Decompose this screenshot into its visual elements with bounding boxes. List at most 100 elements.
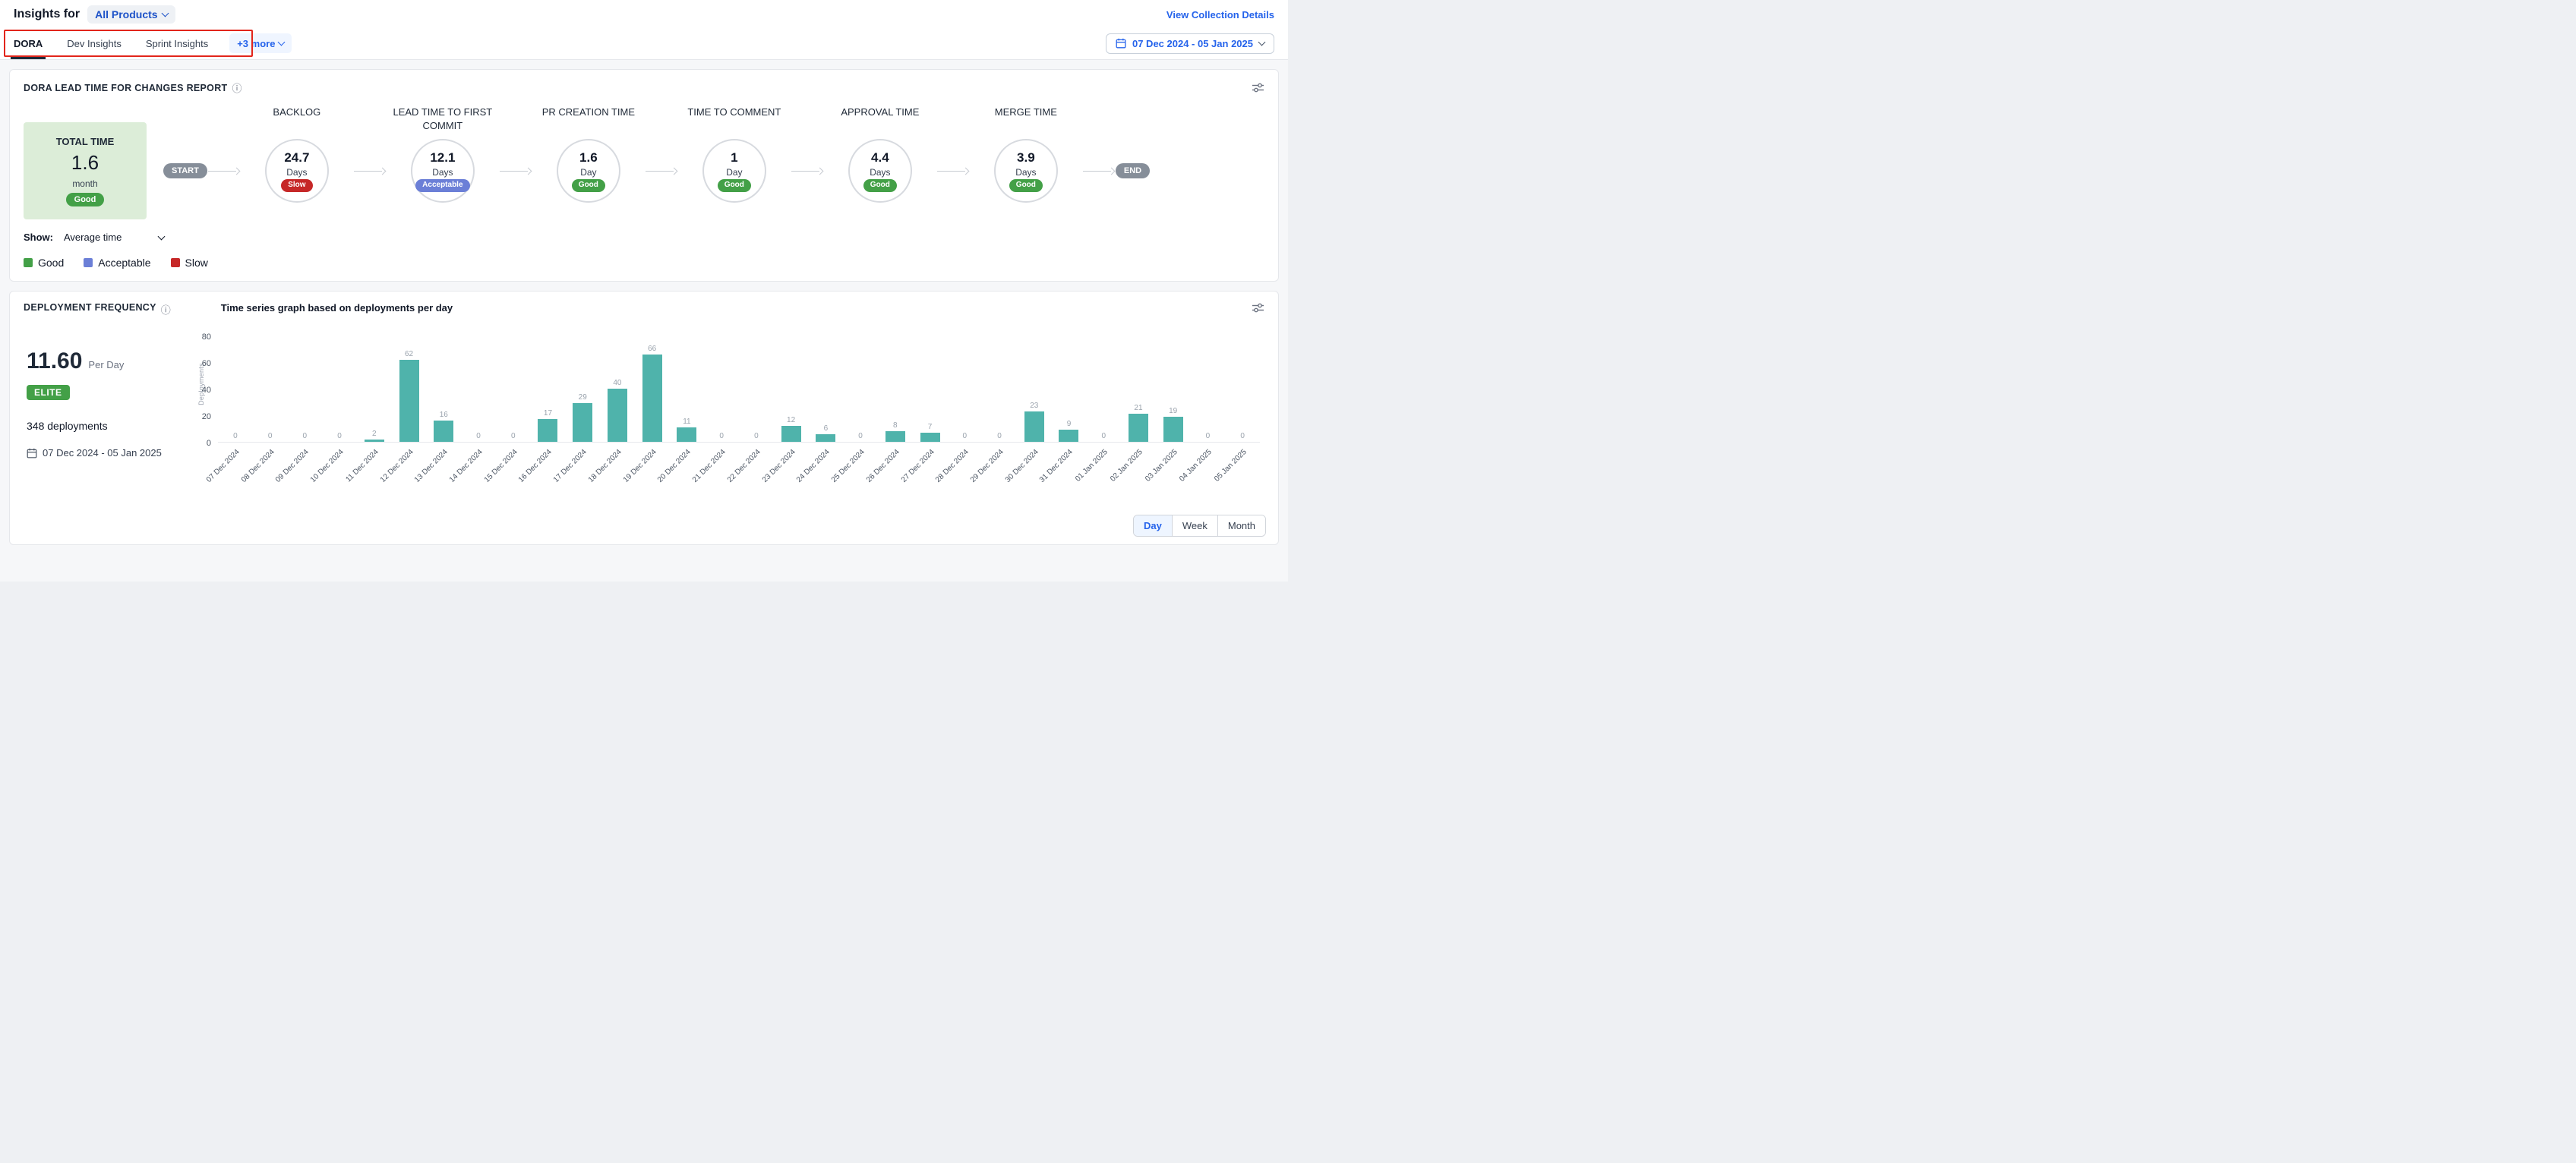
legend-item-acceptable: Acceptable <box>84 257 150 269</box>
y-tick-label: 20 <box>202 412 211 421</box>
stage-value: 24.7 <box>284 150 309 165</box>
bar <box>886 431 905 442</box>
stage-value: 12.1 <box>430 150 455 165</box>
stage-approval-time: APPROVAL TIME4.4DaysGood <box>824 106 936 203</box>
tab-sprint-insights[interactable]: Sprint Insights <box>143 27 211 59</box>
date-range-value: 07 Dec 2024 - 05 Jan 2025 <box>1132 38 1253 49</box>
bar <box>677 427 696 442</box>
bar-value-label: 0 <box>1240 432 1245 440</box>
y-axis-ticks: 020406080 <box>192 336 218 443</box>
stage-unit: Day <box>580 167 596 178</box>
dora-insights-page: Insights for All Products View Collectio… <box>0 0 1288 582</box>
status-badge: Acceptable <box>415 179 469 192</box>
granularity-month-button[interactable]: Month <box>1217 515 1265 536</box>
plot-area: 0000262160017294066110012608700239021190… <box>218 336 1260 443</box>
bar-column: 29 <box>565 336 600 442</box>
bar-value-label: 17 <box>544 409 552 418</box>
granularity-day-button[interactable]: Day <box>1134 515 1172 536</box>
top-header-block: Insights for All Products View Collectio… <box>0 0 1288 60</box>
granularity-week-button[interactable]: Week <box>1172 515 1217 536</box>
legend-swatch-good <box>24 258 33 267</box>
header-row: Insights for All Products View Collectio… <box>0 0 1288 27</box>
bar-value-label: 0 <box>1101 432 1106 440</box>
bar-column: 0 <box>947 336 982 442</box>
bar-column: 7 <box>913 336 948 442</box>
status-badge: Good <box>863 179 897 192</box>
stage-time-to-comment: TIME TO COMMENT 1 DayGood <box>678 106 791 203</box>
bar-value-label: 23 <box>1030 402 1038 410</box>
flow-arrow-icon <box>936 167 970 175</box>
show-row: Show: Average time <box>24 232 1264 243</box>
bar <box>1024 411 1044 442</box>
flow-arrow-icon <box>207 167 241 175</box>
stage-circle: 3.9DaysGood <box>994 139 1058 203</box>
deployment-rate-unit: Per Day <box>88 359 124 370</box>
bar-value-label: 0 <box>337 432 342 440</box>
deployments-bar-chart: Deployments 020406080 000026216001729406… <box>192 336 1260 508</box>
deployment-card-title: DEPLOYMENT FREQUENCY <box>24 302 156 313</box>
status-badge: Slow <box>281 179 312 192</box>
bar-value-label: 0 <box>233 432 238 440</box>
bar-value-label: 0 <box>1206 432 1211 440</box>
lead-time-card: DORA LEAD TIME FOR CHANGES REPORT ⓘ TOTA… <box>9 69 1279 282</box>
show-metric-dropdown[interactable]: Average time <box>64 232 164 243</box>
bar-column: 0 <box>1191 336 1226 442</box>
bar-column: 0 <box>461 336 496 442</box>
show-label: Show: <box>24 232 53 243</box>
stage-name: TIME TO COMMENT <box>686 106 782 139</box>
bar-value-label: 0 <box>511 432 516 440</box>
stage-unit: Day <box>726 167 742 178</box>
status-badge: Good <box>1009 179 1043 192</box>
bar-value-label: 66 <box>648 345 656 353</box>
deployment-summary-panel: 11.60 Per Day ELITE 348 deployments 07 D… <box>24 317 192 508</box>
bar-column: 0 <box>253 336 288 442</box>
product-selector-dropdown[interactable]: All Products <box>87 5 175 24</box>
stage-unit: Days <box>870 167 890 178</box>
bar <box>573 403 592 442</box>
stage-pr-creation-time: PR CREATION TIME1.6DayGood <box>532 106 645 203</box>
chart-settings-icon[interactable] <box>1252 302 1264 314</box>
status-badge: Good <box>718 179 751 192</box>
bar-column: 0 <box>704 336 739 442</box>
total-deployments: 348 deployments <box>27 420 192 432</box>
legend-swatch-acceptable <box>84 258 93 267</box>
info-icon[interactable]: ⓘ <box>232 80 242 95</box>
stage-value: 1 <box>731 150 737 165</box>
bar <box>399 360 419 443</box>
bar-value-label: 0 <box>268 432 273 440</box>
view-collection-details-link[interactable]: View Collection Details <box>1166 9 1274 20</box>
chart-settings-icon[interactable] <box>1252 82 1264 93</box>
bar <box>1129 414 1148 442</box>
flow-arrow-icon <box>791 167 824 175</box>
tabs-more-dropdown[interactable]: +3 more <box>229 33 292 53</box>
bar-value-label: 0 <box>963 432 968 440</box>
bar-value-label: 6 <box>824 424 829 433</box>
bar-column: 0 <box>982 336 1017 442</box>
tabs-more-label: +3 more <box>237 38 275 49</box>
bar-column: 23 <box>1017 336 1052 442</box>
bar-column: 40 <box>600 336 635 442</box>
bar-column: 0 <box>1225 336 1260 442</box>
bar-value-label: 2 <box>372 430 377 438</box>
date-range-picker[interactable]: 07 Dec 2024 - 05 Jan 2025 <box>1106 33 1274 54</box>
tab-dev-insights[interactable]: Dev Insights <box>64 27 125 59</box>
info-icon[interactable]: ⓘ <box>161 302 171 317</box>
flow-arrow-icon <box>499 167 532 175</box>
status-badge: Good <box>572 179 605 192</box>
stage-value: 4.4 <box>871 150 889 165</box>
start-pill: START <box>163 163 207 178</box>
bar-value-label: 16 <box>440 411 448 419</box>
total-time-box: TOTAL TIME 1.6 month Good <box>24 122 147 219</box>
bar-column: 0 <box>322 336 357 442</box>
lead-time-card-title: DORA LEAD TIME FOR CHANGES REPORT <box>24 83 227 93</box>
total-time-value: 1.6 <box>71 151 99 175</box>
x-axis-label-cell: 05 Jan 2025 <box>1225 443 1260 508</box>
stage-unit: Days <box>1015 167 1036 178</box>
calendar-icon <box>27 448 37 459</box>
tab-dora[interactable]: DORA <box>11 27 46 59</box>
stage-lead-time-to-first-commit: LEAD TIME TO FIRST COMMIT12.1DaysAccepta… <box>387 106 499 203</box>
bar-value-label: 0 <box>719 432 724 440</box>
flow-arrow-icon <box>1082 167 1116 175</box>
stage-name: LEAD TIME TO FIRST COMMIT <box>387 106 499 139</box>
bar-value-label: 19 <box>1169 407 1177 415</box>
